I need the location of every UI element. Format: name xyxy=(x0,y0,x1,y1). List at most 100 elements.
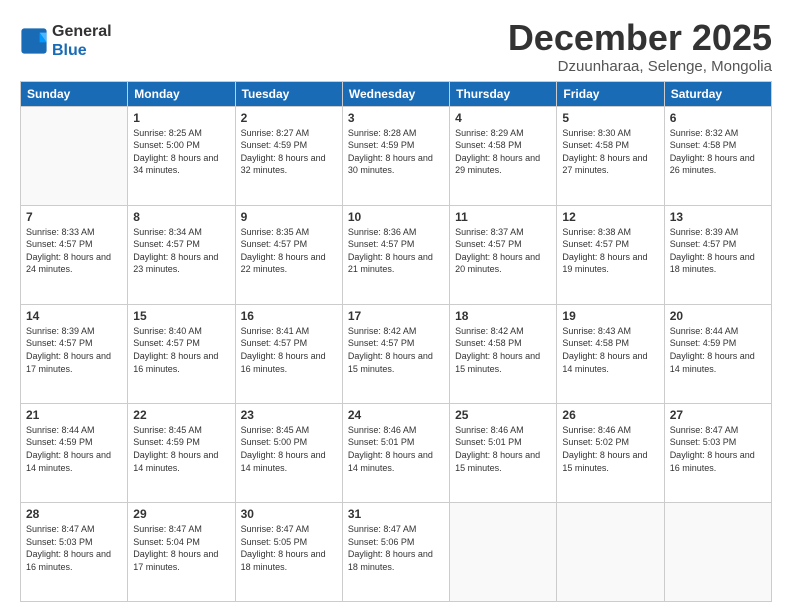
col-saturday: Saturday xyxy=(664,81,771,106)
day-number: 20 xyxy=(670,309,766,323)
day-number: 15 xyxy=(133,309,229,323)
table-cell: 3 Sunrise: 8:28 AMSunset: 4:59 PMDayligh… xyxy=(342,106,449,205)
day-number: 19 xyxy=(562,309,658,323)
table-cell: 13 Sunrise: 8:39 AMSunset: 4:57 PMDaylig… xyxy=(664,205,771,304)
col-sunday: Sunday xyxy=(21,81,128,106)
calendar-header: Sunday Monday Tuesday Wednesday Thursday… xyxy=(21,81,772,106)
cell-info: Sunrise: 8:45 AMSunset: 5:00 PMDaylight:… xyxy=(241,425,326,473)
cell-info: Sunrise: 8:47 AMSunset: 5:06 PMDaylight:… xyxy=(348,524,433,572)
col-wednesday: Wednesday xyxy=(342,81,449,106)
title-section: December 2025 Dzuunharaa, Selenge, Mongo… xyxy=(508,18,772,75)
cell-info: Sunrise: 8:38 AMSunset: 4:57 PMDaylight:… xyxy=(562,227,647,275)
cell-info: Sunrise: 8:46 AMSunset: 5:01 PMDaylight:… xyxy=(348,425,433,473)
table-cell: 20 Sunrise: 8:44 AMSunset: 4:59 PMDaylig… xyxy=(664,304,771,403)
table-cell: 27 Sunrise: 8:47 AMSunset: 5:03 PMDaylig… xyxy=(664,403,771,502)
cell-info: Sunrise: 8:44 AMSunset: 4:59 PMDaylight:… xyxy=(26,425,111,473)
table-cell xyxy=(21,106,128,205)
day-number: 27 xyxy=(670,408,766,422)
day-number: 10 xyxy=(348,210,444,224)
col-tuesday: Tuesday xyxy=(235,81,342,106)
table-cell: 9 Sunrise: 8:35 AMSunset: 4:57 PMDayligh… xyxy=(235,205,342,304)
cell-info: Sunrise: 8:47 AMSunset: 5:04 PMDaylight:… xyxy=(133,524,218,572)
table-cell: 29 Sunrise: 8:47 AMSunset: 5:04 PMDaylig… xyxy=(128,502,235,601)
col-monday: Monday xyxy=(128,81,235,106)
cell-info: Sunrise: 8:39 AMSunset: 4:57 PMDaylight:… xyxy=(26,326,111,374)
subtitle: Dzuunharaa, Selenge, Mongolia xyxy=(508,58,772,75)
cell-info: Sunrise: 8:37 AMSunset: 4:57 PMDaylight:… xyxy=(455,227,540,275)
cell-info: Sunrise: 8:46 AMSunset: 5:01 PMDaylight:… xyxy=(455,425,540,473)
table-cell: 25 Sunrise: 8:46 AMSunset: 5:01 PMDaylig… xyxy=(450,403,557,502)
cell-info: Sunrise: 8:47 AMSunset: 5:03 PMDaylight:… xyxy=(26,524,111,572)
header-row: Sunday Monday Tuesday Wednesday Thursday… xyxy=(21,81,772,106)
table-cell xyxy=(664,502,771,601)
day-number: 2 xyxy=(241,111,337,125)
table-cell: 26 Sunrise: 8:46 AMSunset: 5:02 PMDaylig… xyxy=(557,403,664,502)
day-number: 26 xyxy=(562,408,658,422)
cell-info: Sunrise: 8:41 AMSunset: 4:57 PMDaylight:… xyxy=(241,326,326,374)
page: General Blue December 2025 Dzuunharaa, S… xyxy=(0,0,792,612)
cell-info: Sunrise: 8:40 AMSunset: 4:57 PMDaylight:… xyxy=(133,326,218,374)
col-thursday: Thursday xyxy=(450,81,557,106)
table-cell: 14 Sunrise: 8:39 AMSunset: 4:57 PMDaylig… xyxy=(21,304,128,403)
table-cell: 31 Sunrise: 8:47 AMSunset: 5:06 PMDaylig… xyxy=(342,502,449,601)
day-number: 28 xyxy=(26,507,122,521)
table-cell: 6 Sunrise: 8:32 AMSunset: 4:58 PMDayligh… xyxy=(664,106,771,205)
cell-info: Sunrise: 8:47 AMSunset: 5:05 PMDaylight:… xyxy=(241,524,326,572)
day-number: 6 xyxy=(670,111,766,125)
cell-info: Sunrise: 8:36 AMSunset: 4:57 PMDaylight:… xyxy=(348,227,433,275)
table-cell: 8 Sunrise: 8:34 AMSunset: 4:57 PMDayligh… xyxy=(128,205,235,304)
table-cell: 16 Sunrise: 8:41 AMSunset: 4:57 PMDaylig… xyxy=(235,304,342,403)
week-row-3: 14 Sunrise: 8:39 AMSunset: 4:57 PMDaylig… xyxy=(21,304,772,403)
week-row-4: 21 Sunrise: 8:44 AMSunset: 4:59 PMDaylig… xyxy=(21,403,772,502)
calendar-body: 1 Sunrise: 8:25 AMSunset: 5:00 PMDayligh… xyxy=(21,106,772,601)
day-number: 3 xyxy=(348,111,444,125)
logo-text: General Blue xyxy=(52,22,112,60)
table-cell: 18 Sunrise: 8:42 AMSunset: 4:58 PMDaylig… xyxy=(450,304,557,403)
day-number: 21 xyxy=(26,408,122,422)
table-cell: 15 Sunrise: 8:40 AMSunset: 4:57 PMDaylig… xyxy=(128,304,235,403)
day-number: 13 xyxy=(670,210,766,224)
day-number: 17 xyxy=(348,309,444,323)
cell-info: Sunrise: 8:28 AMSunset: 4:59 PMDaylight:… xyxy=(348,128,433,176)
table-cell: 1 Sunrise: 8:25 AMSunset: 5:00 PMDayligh… xyxy=(128,106,235,205)
table-cell: 21 Sunrise: 8:44 AMSunset: 4:59 PMDaylig… xyxy=(21,403,128,502)
day-number: 31 xyxy=(348,507,444,521)
day-number: 7 xyxy=(26,210,122,224)
cell-info: Sunrise: 8:45 AMSunset: 4:59 PMDaylight:… xyxy=(133,425,218,473)
cell-info: Sunrise: 8:27 AMSunset: 4:59 PMDaylight:… xyxy=(241,128,326,176)
day-number: 22 xyxy=(133,408,229,422)
header: General Blue December 2025 Dzuunharaa, S… xyxy=(20,18,772,75)
day-number: 1 xyxy=(133,111,229,125)
day-number: 23 xyxy=(241,408,337,422)
day-number: 30 xyxy=(241,507,337,521)
day-number: 18 xyxy=(455,309,551,323)
cell-info: Sunrise: 8:42 AMSunset: 4:57 PMDaylight:… xyxy=(348,326,433,374)
cell-info: Sunrise: 8:43 AMSunset: 4:58 PMDaylight:… xyxy=(562,326,647,374)
day-number: 14 xyxy=(26,309,122,323)
day-number: 4 xyxy=(455,111,551,125)
cell-info: Sunrise: 8:35 AMSunset: 4:57 PMDaylight:… xyxy=(241,227,326,275)
cell-info: Sunrise: 8:39 AMSunset: 4:57 PMDaylight:… xyxy=(670,227,755,275)
table-cell: 7 Sunrise: 8:33 AMSunset: 4:57 PMDayligh… xyxy=(21,205,128,304)
cell-info: Sunrise: 8:34 AMSunset: 4:57 PMDaylight:… xyxy=(133,227,218,275)
day-number: 24 xyxy=(348,408,444,422)
table-cell: 11 Sunrise: 8:37 AMSunset: 4:57 PMDaylig… xyxy=(450,205,557,304)
col-friday: Friday xyxy=(557,81,664,106)
table-cell: 10 Sunrise: 8:36 AMSunset: 4:57 PMDaylig… xyxy=(342,205,449,304)
logo: General Blue xyxy=(20,22,112,60)
cell-info: Sunrise: 8:33 AMSunset: 4:57 PMDaylight:… xyxy=(26,227,111,275)
day-number: 11 xyxy=(455,210,551,224)
week-row-5: 28 Sunrise: 8:47 AMSunset: 5:03 PMDaylig… xyxy=(21,502,772,601)
cell-info: Sunrise: 8:46 AMSunset: 5:02 PMDaylight:… xyxy=(562,425,647,473)
week-row-1: 1 Sunrise: 8:25 AMSunset: 5:00 PMDayligh… xyxy=(21,106,772,205)
table-cell: 12 Sunrise: 8:38 AMSunset: 4:57 PMDaylig… xyxy=(557,205,664,304)
cell-info: Sunrise: 8:47 AMSunset: 5:03 PMDaylight:… xyxy=(670,425,755,473)
table-cell: 23 Sunrise: 8:45 AMSunset: 5:00 PMDaylig… xyxy=(235,403,342,502)
month-title: December 2025 xyxy=(508,18,772,58)
cell-info: Sunrise: 8:25 AMSunset: 5:00 PMDaylight:… xyxy=(133,128,218,176)
day-number: 9 xyxy=(241,210,337,224)
table-cell: 5 Sunrise: 8:30 AMSunset: 4:58 PMDayligh… xyxy=(557,106,664,205)
table-cell xyxy=(557,502,664,601)
table-cell: 24 Sunrise: 8:46 AMSunset: 5:01 PMDaylig… xyxy=(342,403,449,502)
day-number: 5 xyxy=(562,111,658,125)
